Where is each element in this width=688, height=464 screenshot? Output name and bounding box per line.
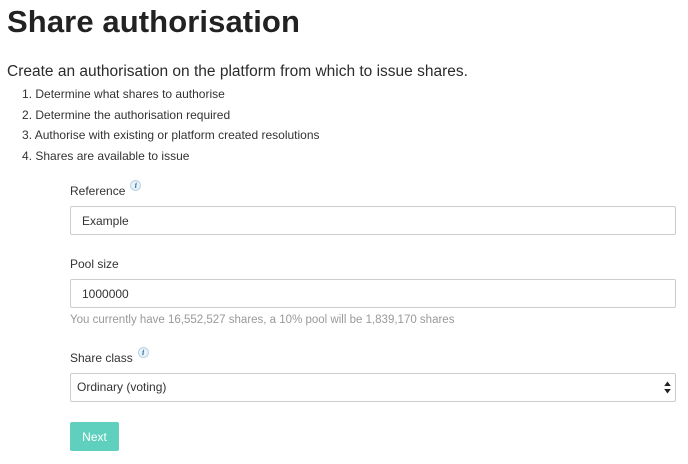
pool-size-label: Pool size (70, 256, 119, 272)
pool-size-label-text: Pool size (70, 257, 119, 271)
reference-input[interactable] (70, 206, 676, 235)
select-arrows-icon (664, 381, 671, 394)
next-button[interactable]: Next (70, 422, 119, 451)
share-class-selected-value: Ordinary (voting) (77, 380, 167, 394)
info-icon[interactable]: i (130, 180, 142, 191)
page-intro: Create an authorisation on the platform … (7, 63, 468, 80)
share-class-label-text: Share class (70, 351, 133, 365)
pool-size-input[interactable] (70, 279, 676, 308)
steps-list: Determine what shares to authorise Deter… (4, 84, 320, 166)
step-item: Determine what shares to authorise (35, 87, 225, 101)
reference-label-text: Reference (70, 184, 126, 198)
info-icon[interactable]: i (137, 347, 149, 358)
share-authorisation-page: Share authorisation Create an authorisat… (0, 0, 688, 464)
share-class-label: Share class i (70, 347, 149, 366)
reference-label: Reference i (70, 180, 142, 199)
share-class-select[interactable]: Ordinary (voting) (70, 373, 676, 402)
page-title: Share authorisation (7, 4, 301, 39)
step-item: Determine the authorisation required (35, 107, 231, 122)
step-item: Shares are available to issue (35, 148, 190, 163)
pool-size-help-text: You currently have 16,552,527 shares, a … (70, 314, 455, 326)
step-item: Authorise with existing or platform crea… (34, 128, 320, 142)
